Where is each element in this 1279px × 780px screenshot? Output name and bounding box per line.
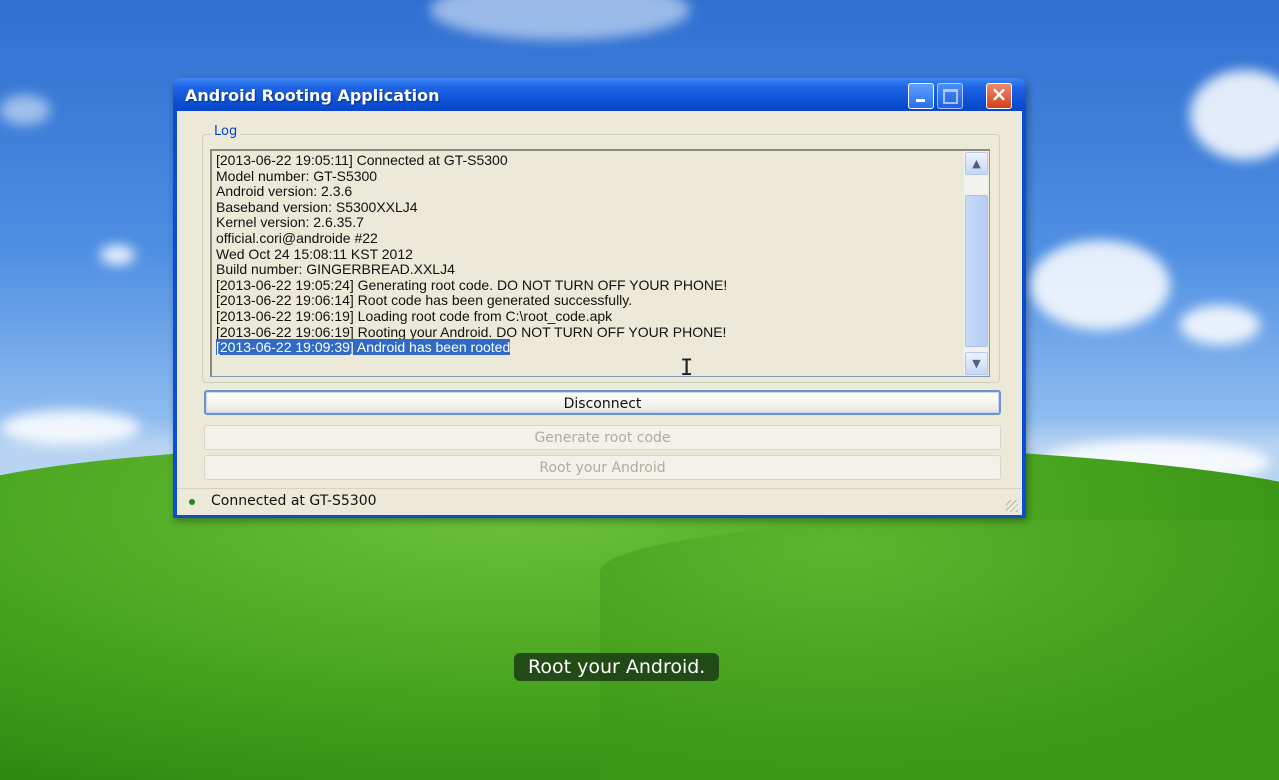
log-line: [2013-06-22 19:06:19] Rooting your Andro… — [216, 323, 964, 341]
app-window: Android Rooting Application × Log [2013-… — [173, 78, 1026, 518]
window-client-area: Log [2013-06-22 19:05:11] Connected at G… — [177, 111, 1022, 515]
log-line: Build number: GINGERBREAD.XXLJ4 — [216, 261, 964, 278]
log-group-label: Log — [211, 124, 241, 139]
window-title: Android Rooting Application — [185, 86, 440, 105]
close-button[interactable]: × — [986, 82, 1012, 109]
log-scrollbar[interactable]: ▲ ▼ — [964, 151, 988, 375]
log-line: [2013-06-22 19:05:11] Connected at GT-S5… — [216, 153, 964, 169]
log-line: Android version: 2.3.6 — [216, 183, 964, 200]
minimize-button[interactable] — [908, 83, 934, 109]
log-line: [2013-06-22 19:09:39] Android has been r… — [216, 339, 964, 356]
log-line: official.cori@androide #22 — [216, 229, 964, 247]
title-bar[interactable]: Android Rooting Application × — [173, 78, 1026, 111]
log-textbox[interactable]: [2013-06-22 19:05:11] Connected at GT-S5… — [210, 149, 990, 377]
log-line-text: [2013-06-22 19:05:11] Connected at GT-S5… — [216, 153, 508, 168]
log-line-text: official.cori@androide #22 — [216, 229, 378, 246]
status-bar: Connected at GT-S5300 — [177, 488, 1022, 515]
log-line: [2013-06-22 19:06:14] Root code has been… — [216, 293, 964, 309]
resize-grip-icon[interactable] — [1006, 500, 1018, 512]
video-subtitle: Root your Android. — [514, 653, 720, 681]
log-line-text: Baseband version: S5300XXLJ4 — [216, 198, 418, 215]
log-line-text: Android version: 2.3.6 — [216, 183, 353, 200]
root-your-android-button[interactable]: Root your Android — [204, 455, 1001, 480]
log-line: Kernel version: 2.6.35.7 — [216, 215, 964, 231]
log-line: Model number: GT-S5300 — [216, 167, 964, 185]
log-line-text: [2013-06-22 19:06:19] Loading root code … — [216, 307, 613, 324]
scroll-up-button[interactable]: ▲ — [965, 152, 988, 175]
log-line-text: Wed Oct 24 15:08:11 KST 2012 — [216, 245, 413, 262]
status-text: Connected at GT-S5300 — [211, 493, 377, 509]
maximize-button[interactable] — [937, 83, 963, 109]
log-line: Wed Oct 24 15:08:11 KST 2012 — [216, 245, 964, 263]
close-icon: × — [990, 82, 1008, 106]
minimize-icon — [916, 99, 925, 102]
status-indicator-icon — [189, 499, 195, 505]
log-line-text: Kernel version: 2.6.35.7 — [216, 214, 364, 231]
log-line-text: [2013-06-22 19:06:19] Rooting your Andro… — [216, 323, 727, 340]
log-line-text: [2013-06-22 19:05:24] Generating root co… — [216, 276, 728, 293]
log-lines[interactable]: [2013-06-22 19:05:11] Connected at GT-S5… — [216, 153, 964, 368]
disconnect-button[interactable]: Disconnect — [204, 390, 1001, 415]
log-line-text: [2013-06-22 19:09:39] Android has been r… — [216, 339, 511, 356]
log-line-text: Model number: GT-S5300 — [216, 167, 378, 184]
text-cursor-icon: I — [680, 356, 694, 381]
scroll-thumb[interactable] — [965, 195, 988, 347]
scroll-down-button[interactable]: ▼ — [965, 352, 988, 375]
log-line-text: [2013-06-22 19:06:14] Root code has been… — [216, 292, 633, 309]
maximize-icon — [943, 89, 958, 104]
log-line: [2013-06-22 19:05:24] Generating root co… — [216, 276, 964, 294]
log-line: [2013-06-22 19:06:19] Loading root code … — [216, 307, 964, 325]
log-line-text: Build number: GINGERBREAD.XXLJ4 — [216, 261, 455, 278]
log-line: Baseband version: S5300XXLJ4 — [216, 198, 964, 216]
chevron-down-icon: ▼ — [972, 357, 981, 370]
chevron-up-icon: ▲ — [972, 157, 981, 170]
generate-root-code-button[interactable]: Generate root code — [204, 425, 1001, 450]
